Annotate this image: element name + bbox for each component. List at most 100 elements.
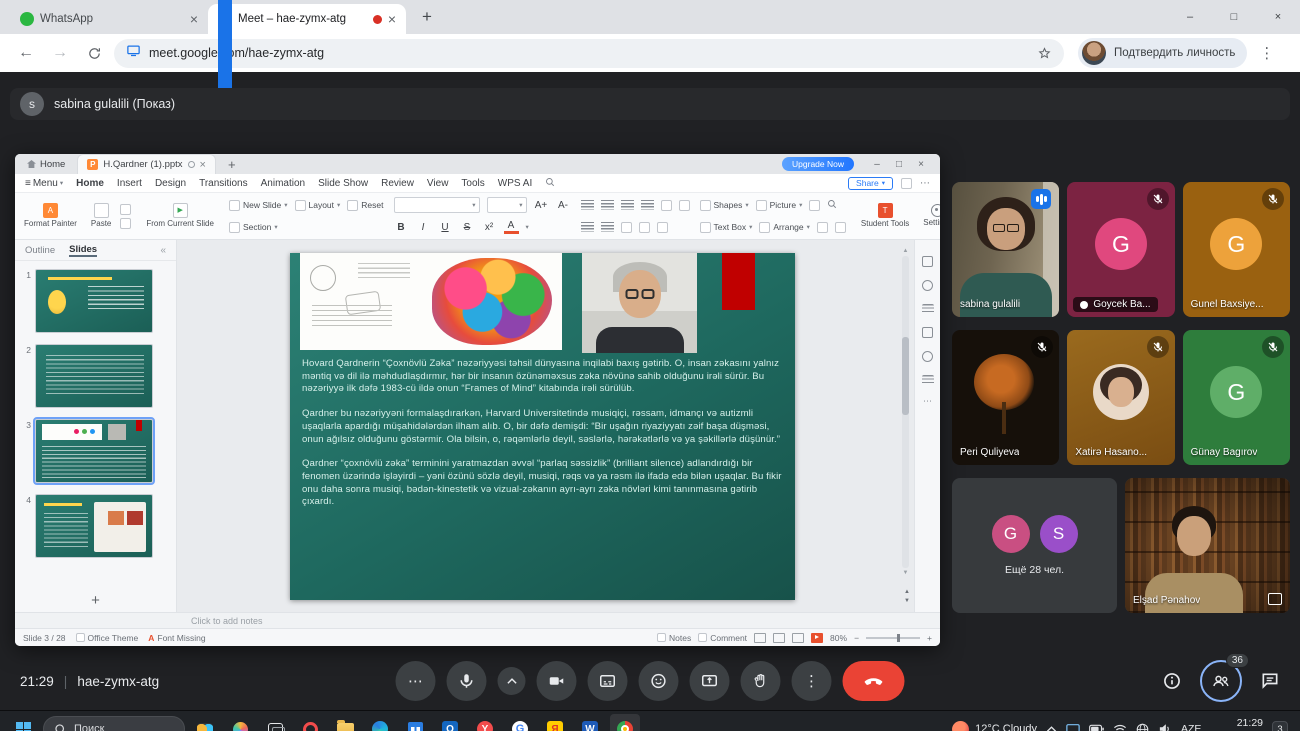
expand-tile-icon[interactable] [1268,593,1282,605]
bold-button[interactable]: B [394,222,409,233]
weather-widget[interactable]: 12°C Cloudy [952,721,1037,731]
comment-toggle[interactable]: Comment [698,633,747,643]
align-right-button[interactable] [621,200,634,210]
paste-button[interactable]: Paste [86,195,116,237]
slide-canvas[interactable]: Hovard Qardnerin “Çoxnövlü Zəka” nəzəriy… [177,240,914,612]
font-family-select[interactable]: ▾ [394,197,480,213]
increase-indent-button[interactable] [639,222,650,233]
chrome-icon[interactable] [610,714,640,731]
section-button[interactable]: Section▾ [229,222,278,233]
properties-icon[interactable] [922,256,933,267]
globe-icon[interactable] [1136,723,1149,731]
from-current-slide-button[interactable]: ▶ From Current Slide [141,195,219,237]
bullets-button[interactable] [581,222,594,232]
tile-goycek[interactable]: G Goycek Ba... [1067,182,1174,317]
new-slide-button[interactable]: New Slide▾ [229,200,288,211]
wps-share-button[interactable]: Share▾ [848,177,893,190]
raise-hand-button[interactable] [741,661,781,701]
slideshow-button[interactable] [811,633,823,643]
slide-sorter-button[interactable] [773,633,785,643]
font-color-button[interactable]: A [504,221,519,234]
menu-home[interactable]: Home [76,178,104,189]
reset-button[interactable]: Reset [347,200,383,211]
reload-button[interactable] [80,39,108,67]
bing-icon[interactable] [190,714,220,731]
font-size-select[interactable]: ▾ [487,197,527,213]
tab-outline[interactable]: Outline [25,245,55,256]
help-icon[interactable] [922,351,933,362]
reactions-button[interactable] [639,661,679,701]
more-menu-icon[interactable]: ⋯ [920,178,930,189]
profile-chip[interactable]: Подтвердить личность [1078,38,1247,68]
hidden-icons-chevron[interactable] [1046,725,1057,731]
layout-button[interactable]: Layout▾ [295,200,341,211]
more-options-button[interactable]: ⋮ [792,661,832,701]
address-bar[interactable]: meet.google.com/hae-zymx-atg [114,39,1064,68]
slide-thumbnail-1[interactable]: 1 [19,269,170,333]
slide-thumbnail-4[interactable]: 4 [19,494,170,558]
close-button[interactable]: × [1256,0,1300,34]
line-spacing-button[interactable] [661,200,672,211]
start-button[interactable] [8,714,38,731]
word-icon[interactable]: W [575,714,605,731]
outlook-icon[interactable]: O [435,714,465,731]
minimize-button[interactable]: – [1168,0,1212,34]
task-view-icon[interactable] [260,714,290,731]
people-button[interactable]: 36 [1200,660,1242,702]
zoom-out-button[interactable]: − [854,633,859,643]
tab-close-icon[interactable]: × [388,12,396,26]
language-indicator[interactable]: AZE [1181,723,1201,731]
student-tools-button[interactable]: T Student Tools [856,195,914,237]
store-icon[interactable] [400,714,430,731]
decrease-indent-button[interactable] [621,222,632,233]
tile-gunel[interactable]: G Gunel Baxsiye... [1183,182,1290,317]
wps-close-button[interactable]: × [910,159,932,170]
notes-pane-icon[interactable] [922,375,934,385]
wps-main-menu[interactable]: ≡Menu▾ [25,178,63,189]
wps-new-tab-button[interactable]: + [224,157,240,172]
maximize-button[interactable]: □ [1212,0,1256,34]
text-box-button[interactable]: Text Box▾ [700,222,753,233]
columns-button[interactable] [657,222,668,233]
notes-toggle[interactable]: Notes [657,633,691,643]
layout-switch-icon[interactable] [901,178,912,189]
normal-view-button[interactable] [754,633,766,643]
upgrade-now-button[interactable]: Upgrade Now [782,157,854,171]
slide-page-buttons[interactable]: ▲ ▼ [904,589,910,604]
copilot-icon[interactable] [225,714,255,731]
captions-button[interactable] [588,661,628,701]
tab-whatsapp[interactable]: WhatsApp × [10,4,208,34]
tab-meet[interactable]: Meet – hae-zymx-atg × [208,4,406,34]
camera-button[interactable] [537,661,577,701]
reading-view-button[interactable] [792,633,804,643]
wps-document-tab[interactable]: P H.Qardner (1).pptx × [77,154,216,174]
menu-insert[interactable]: Insert [117,178,142,189]
shapes-button[interactable]: Shapes▾ [700,200,749,211]
effects-button[interactable] [835,222,846,233]
picture-button[interactable]: Picture▾ [756,200,803,211]
more-panes-icon[interactable]: ⋯ [923,398,932,404]
tile-peri[interactable]: Peri Quliyeva [952,330,1059,465]
menu-review[interactable]: Review [381,178,414,189]
present-button[interactable] [690,661,730,701]
notification-badge[interactable]: 3 [1272,721,1288,731]
align-left-button[interactable] [581,200,594,210]
display-icon[interactable] [1066,723,1080,731]
increase-font-button[interactable]: A+ [534,200,549,211]
audio-options-chevron[interactable] [498,667,526,695]
text-direction-button[interactable] [679,200,690,211]
ribbon-search-icon[interactable] [545,177,555,190]
animation-pane-icon[interactable] [922,280,933,291]
notes-area[interactable]: Click to add notes [15,612,940,628]
tile-xatira[interactable]: Xatirə Hasano... [1067,330,1174,465]
outline-color-button[interactable] [817,222,828,233]
decrease-font-button[interactable]: A- [556,200,571,211]
menu-tools[interactable]: Tools [461,178,484,189]
menu-wps-ai[interactable]: WPS AI [498,178,532,189]
yandex-browser-icon[interactable]: Y [470,714,500,731]
collapse-panel-icon[interactable]: « [160,245,166,256]
wifi-icon[interactable] [1113,723,1127,731]
numbering-button[interactable] [601,222,614,232]
forward-button[interactable]: → [46,39,74,67]
format-painter-button[interactable]: A Format Painter [19,195,82,237]
